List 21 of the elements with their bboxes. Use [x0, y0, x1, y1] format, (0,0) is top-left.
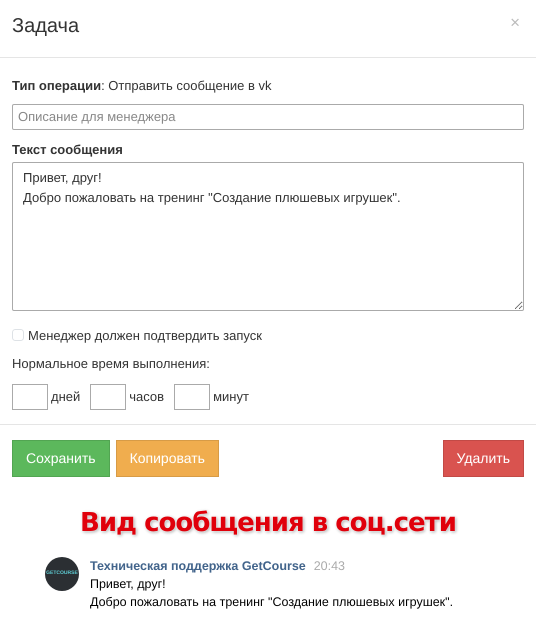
author-name[interactable]: Техническая поддержка GetCourse	[90, 556, 306, 576]
operation-type: Тип операции: Отправить сообщение в vk	[12, 77, 273, 95]
message-label: Текст сообщения	[12, 140, 124, 159]
time-field[interactable]	[90, 384, 126, 410]
time-field[interactable]	[174, 384, 210, 410]
duration-label: Нормальное время выполнения:	[12, 355, 211, 373]
description-field[interactable]: Описание для менеджера	[12, 104, 524, 130]
message-time: 20:43	[314, 558, 345, 574]
message-line: Добро пожаловать на тренинг "Создание плюшевых игрушек".	[90, 594, 454, 612]
confirm-checkbox[interactable]	[12, 329, 24, 342]
modal-title: Задача	[12, 14, 80, 38]
annotation-heading: Вид сообщения в соц.сети	[79, 506, 457, 540]
time-field[interactable]	[12, 384, 48, 410]
message-line: Привет, друг!	[90, 576, 167, 594]
save-button[interactable]: Сохранить	[12, 440, 110, 476]
delete-button[interactable]: Удалить	[442, 440, 524, 476]
confirm-label: Менеджер должен подтвердить запуск	[28, 326, 262, 345]
unit-label: дней	[51, 388, 80, 406]
unit-label: минут	[213, 388, 249, 406]
unit-label: часов	[129, 388, 164, 406]
message-field[interactable]: Привет, друг! Добро пожаловать на тренинг "Создание плюшевых игрушек".	[12, 162, 524, 311]
